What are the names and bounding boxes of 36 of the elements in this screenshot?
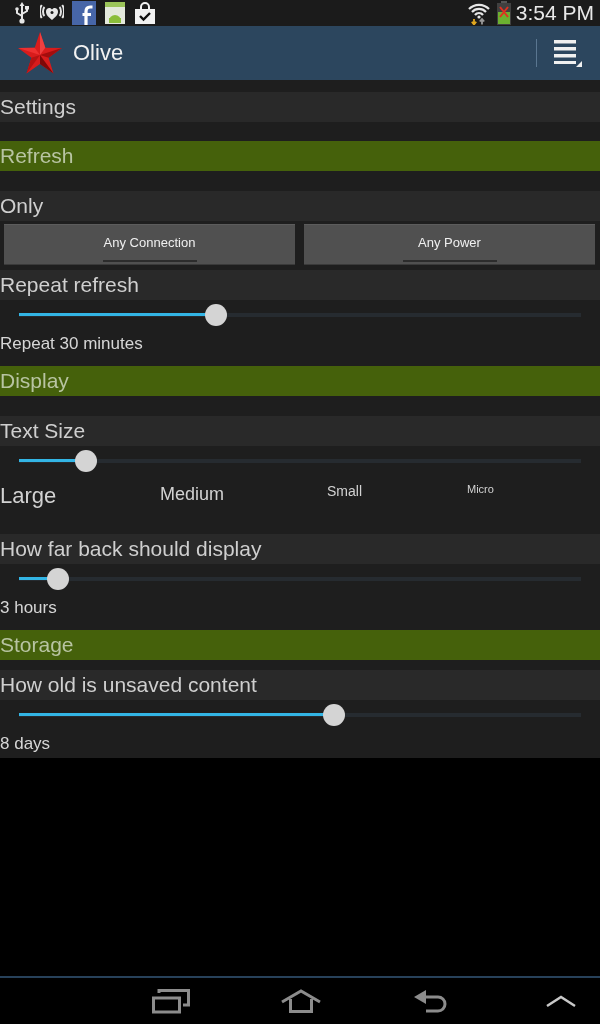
- toggle-button[interactable]: Any Power: [304, 224, 595, 265]
- battery-icon: [496, 1, 511, 25]
- app-tile-icon: [105, 1, 125, 25]
- preference-title: Text Size: [0, 418, 86, 444]
- caret-up-icon[interactable]: [545, 994, 577, 1008]
- section-title: Storage: [0, 632, 74, 658]
- recent-apps-icon[interactable]: [152, 988, 190, 1014]
- preference-title: Only: [0, 193, 44, 219]
- slider-thumb[interactable]: [75, 450, 98, 472]
- heart-waves-icon: [40, 4, 64, 22]
- section-title: Refresh: [0, 143, 74, 169]
- home-icon[interactable]: [281, 989, 321, 1013]
- app-title: Olive: [73, 40, 124, 66]
- slider-thumb[interactable]: [322, 704, 345, 726]
- scale-label: Large: [0, 483, 58, 509]
- wifi-icon: [466, 1, 491, 25]
- slider-thumb[interactable]: [47, 568, 70, 590]
- scale-label: Medium: [160, 484, 226, 505]
- back-icon[interactable]: [414, 989, 448, 1013]
- status-time: 3:54 PM: [515, 1, 594, 25]
- scale-label: Micro: [467, 483, 495, 496]
- settings-title: Settings: [0, 94, 76, 120]
- slider-thumb[interactable]: [204, 304, 227, 326]
- star-icon[interactable]: [16, 31, 64, 75]
- f-tile-icon: [72, 1, 96, 25]
- scale-label: Small: [327, 483, 363, 500]
- slider-value: Repeat 30 minutes: [0, 334, 143, 354]
- usb-icon: [14, 2, 30, 24]
- menu-icon[interactable]: [554, 39, 582, 67]
- preference-title: How old is unsaved content: [0, 672, 257, 698]
- preference-title: How far back should display: [0, 536, 262, 562]
- preference-title: Repeat refresh: [0, 272, 139, 298]
- toggle-button[interactable]: Any Connection: [4, 224, 295, 265]
- section-title: Display: [0, 368, 69, 394]
- slider-value: 3 hours: [0, 598, 57, 618]
- slider-value: 8 days: [0, 734, 51, 754]
